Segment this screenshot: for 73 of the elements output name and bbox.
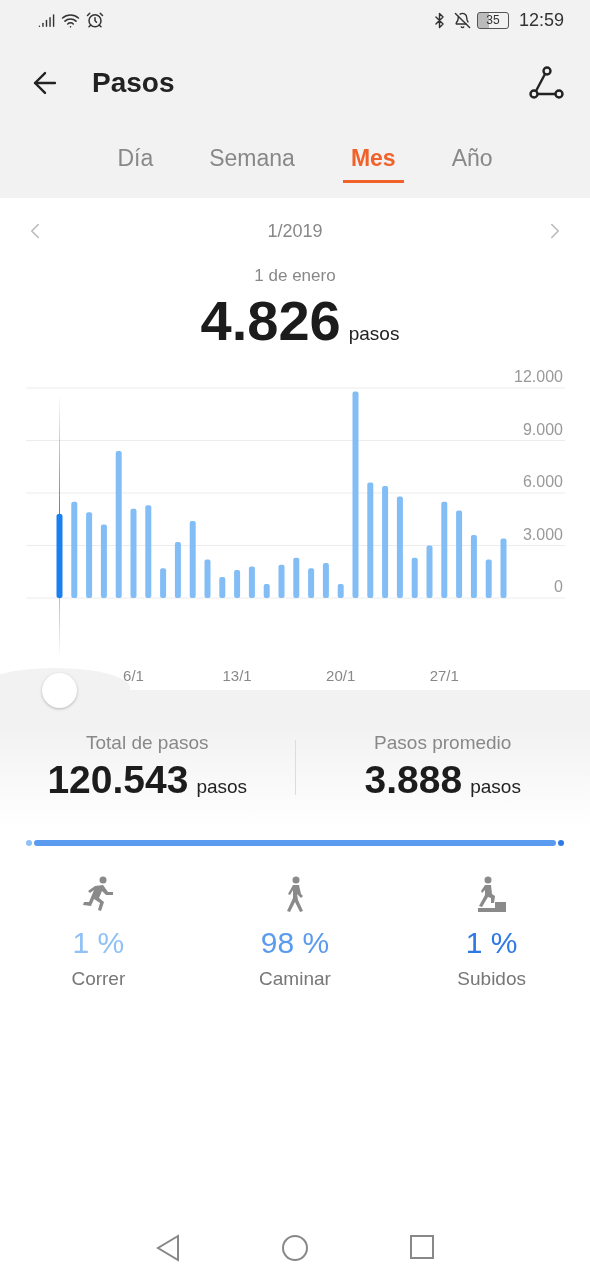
bar[interactable] [71, 501, 78, 598]
bar[interactable] [337, 584, 344, 598]
y-axis-label: 6.000 [522, 473, 563, 490]
bar[interactable] [100, 524, 107, 598]
share-button[interactable] [528, 64, 564, 101]
period-tab[interactable]: Semana [201, 135, 303, 183]
signal-icon [38, 11, 55, 29]
recents-nav-icon[interactable] [409, 1234, 435, 1260]
bar[interactable] [86, 512, 93, 598]
bell-off-icon [453, 11, 471, 29]
steps-unit: pasos [348, 323, 400, 345]
steps-unit: pasos [470, 776, 521, 798]
bar[interactable] [485, 559, 492, 598]
period-tab[interactable]: Día [109, 135, 162, 183]
activity-label: Correr [71, 968, 126, 990]
bar[interactable] [263, 584, 270, 598]
summary-value: 120.543 [47, 758, 189, 802]
summary-label: Total de pasos [86, 732, 209, 754]
bar[interactable] [234, 570, 241, 598]
bar[interactable] [130, 508, 137, 598]
bar[interactable] [189, 521, 196, 598]
runner-icon [81, 876, 116, 912]
summary-label: Pasos promedio [374, 732, 512, 754]
bar[interactable] [441, 501, 448, 598]
x-axis-label: 20/1 [326, 667, 356, 684]
bar[interactable] [219, 577, 226, 598]
clock-time: 12:59 [518, 9, 564, 31]
y-axis-label: 0 [554, 578, 563, 595]
page-title: Pasos [92, 66, 176, 99]
bar[interactable] [470, 535, 477, 598]
bar[interactable] [322, 563, 329, 598]
bar[interactable] [352, 391, 359, 598]
bar[interactable] [248, 566, 255, 598]
bar[interactable] [293, 557, 300, 598]
back-nav-icon[interactable] [155, 1234, 181, 1262]
bar[interactable] [145, 505, 152, 598]
selected-steps: 4.826 [200, 288, 341, 353]
activity-label: Subidos [457, 968, 526, 990]
bar[interactable] [456, 510, 463, 598]
bar[interactable] [174, 542, 181, 598]
y-axis-label: 12.000 [514, 368, 563, 385]
bar[interactable] [160, 568, 167, 598]
x-axis-label: 13/1 [222, 667, 252, 684]
bar[interactable] [382, 486, 389, 598]
bar[interactable] [56, 514, 63, 598]
period-tab[interactable]: Mes [342, 135, 404, 183]
walker-icon [284, 876, 306, 912]
bar[interactable] [396, 496, 403, 598]
activity-label: Caminar [259, 968, 331, 990]
y-axis-label: 3.000 [522, 525, 563, 543]
battery-indicator: 35 [476, 11, 509, 29]
activity-percent: 1 % [72, 926, 125, 960]
home-nav-icon[interactable] [281, 1234, 309, 1262]
bar[interactable] [115, 451, 122, 598]
period-tab[interactable]: Año [443, 135, 501, 183]
bar[interactable] [411, 557, 418, 598]
bar[interactable] [278, 564, 285, 598]
alarm-icon [86, 11, 104, 29]
x-axis-label: 6/1 [123, 667, 144, 684]
stairs-climber-icon [476, 876, 507, 912]
period-label: 1/2019 [267, 220, 323, 242]
selected-date: 1 de enero [254, 266, 336, 286]
bar[interactable] [367, 482, 374, 598]
y-axis-label: 9.000 [522, 420, 563, 438]
bar[interactable] [308, 568, 315, 598]
bar[interactable] [500, 538, 507, 598]
bar[interactable] [204, 559, 211, 598]
summary-value: 3.888 [364, 758, 463, 802]
x-axis-label: 27/1 [429, 667, 459, 684]
activity-percent: 1 % [465, 926, 518, 960]
steps-unit: pasos [196, 776, 248, 798]
bar[interactable] [426, 545, 433, 598]
activity-percent: 98 % [260, 926, 330, 960]
